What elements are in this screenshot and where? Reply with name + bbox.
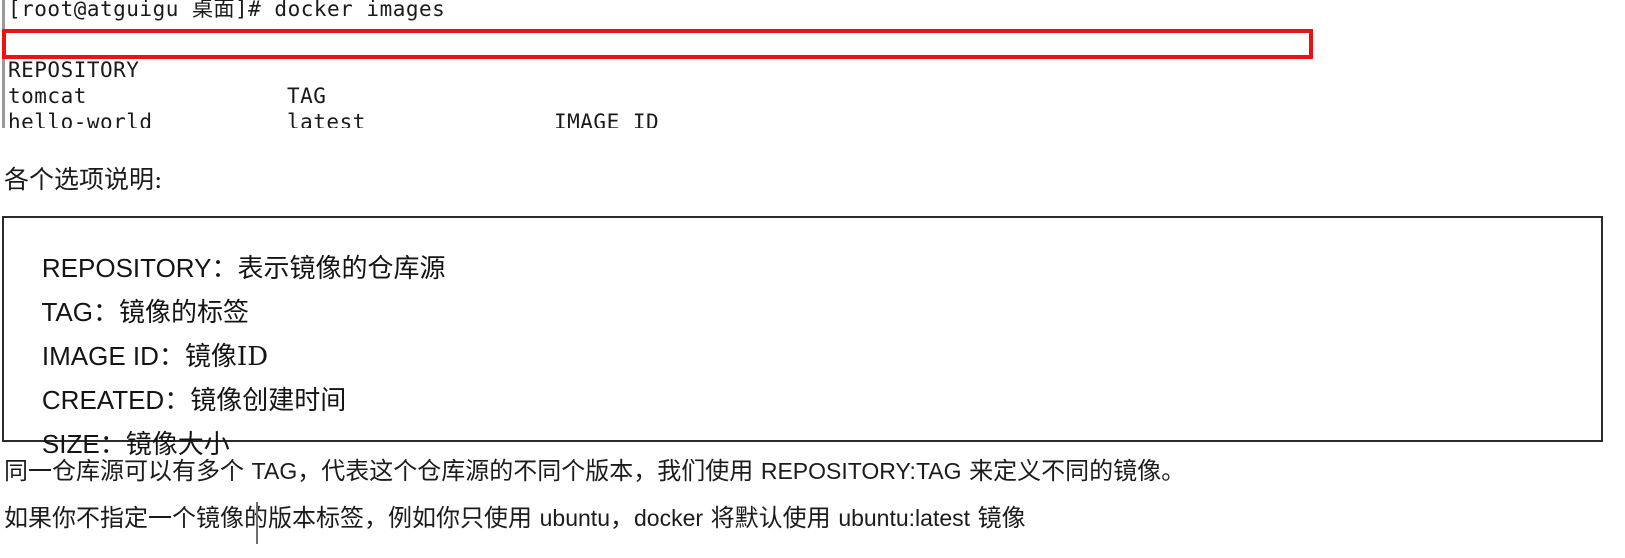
options-description-panel: REPOSITORY：表示镜像的仓库源 TAG：镜像的标签 IMAGE ID：镜…: [2, 216, 1603, 460]
note-text: ，代表这个仓库源的不同个版本，我们使用: [297, 457, 761, 485]
note-keyword-ubuntu-latest: ubuntu:latest: [838, 505, 971, 531]
table-row: tomcat latest cb315192e016 7 days ago 46…: [8, 57, 365, 128]
definition-term: SIZE：: [41, 429, 126, 459]
note-text: ，: [610, 504, 634, 532]
note-text: 同一仓库源可以有多个: [4, 457, 252, 485]
text-caret-artifact: [256, 502, 258, 544]
terminal-output-capture: [root@atguigu 桌面]# docker images REPOSIT…: [0, 0, 1625, 128]
column-header-image-id: IMAGE ID: [554, 110, 660, 128]
definition-description: 表示镜像的仓库源: [237, 254, 446, 284]
note-keyword-tag: TAG: [251, 458, 298, 484]
note-paragraph: 如果你不指定一个镜像的版本标签，例如你只使用 ubuntu，docker 将默认…: [4, 503, 1026, 533]
table-row: hello-world latest 83f0de727d85 5 weeks …: [8, 83, 152, 128]
terminal-command-line: [root@atguigu 桌面]# docker images: [8, 0, 446, 21]
terminal-prompt-line-clipped: [root@atguigu 桌面]#: [8, 109, 348, 122]
terminal-table-header-row: REPOSITORY TAG IMAGE ID CREATED VIRTUAL …: [8, 31, 659, 128]
note-text: 如果你不指定一个镜像的版本标签，例如你只使用: [4, 504, 540, 532]
note-text: 镜像: [970, 504, 1026, 532]
note-text: 来定义不同的镜像。: [961, 457, 1186, 485]
note-text: 将默认使用: [703, 504, 839, 532]
note-paragraph: 同一仓库源可以有多个 TAG，代表这个仓库源的不同个版本，我们使用 REPOSI…: [4, 456, 1185, 486]
note-keyword-ubuntu: ubuntu: [539, 505, 610, 531]
section-caption: 各个选项说明:: [4, 165, 163, 194]
header-row-highlight-annotation: [2, 29, 1313, 59]
note-keyword-repository-tag: REPOSITORY:TAG: [760, 458, 962, 484]
note-keyword-docker: docker: [634, 505, 704, 531]
column-header-tag: TAG: [287, 84, 327, 108]
terminal-left-edge-artifact: [2, 0, 5, 128]
